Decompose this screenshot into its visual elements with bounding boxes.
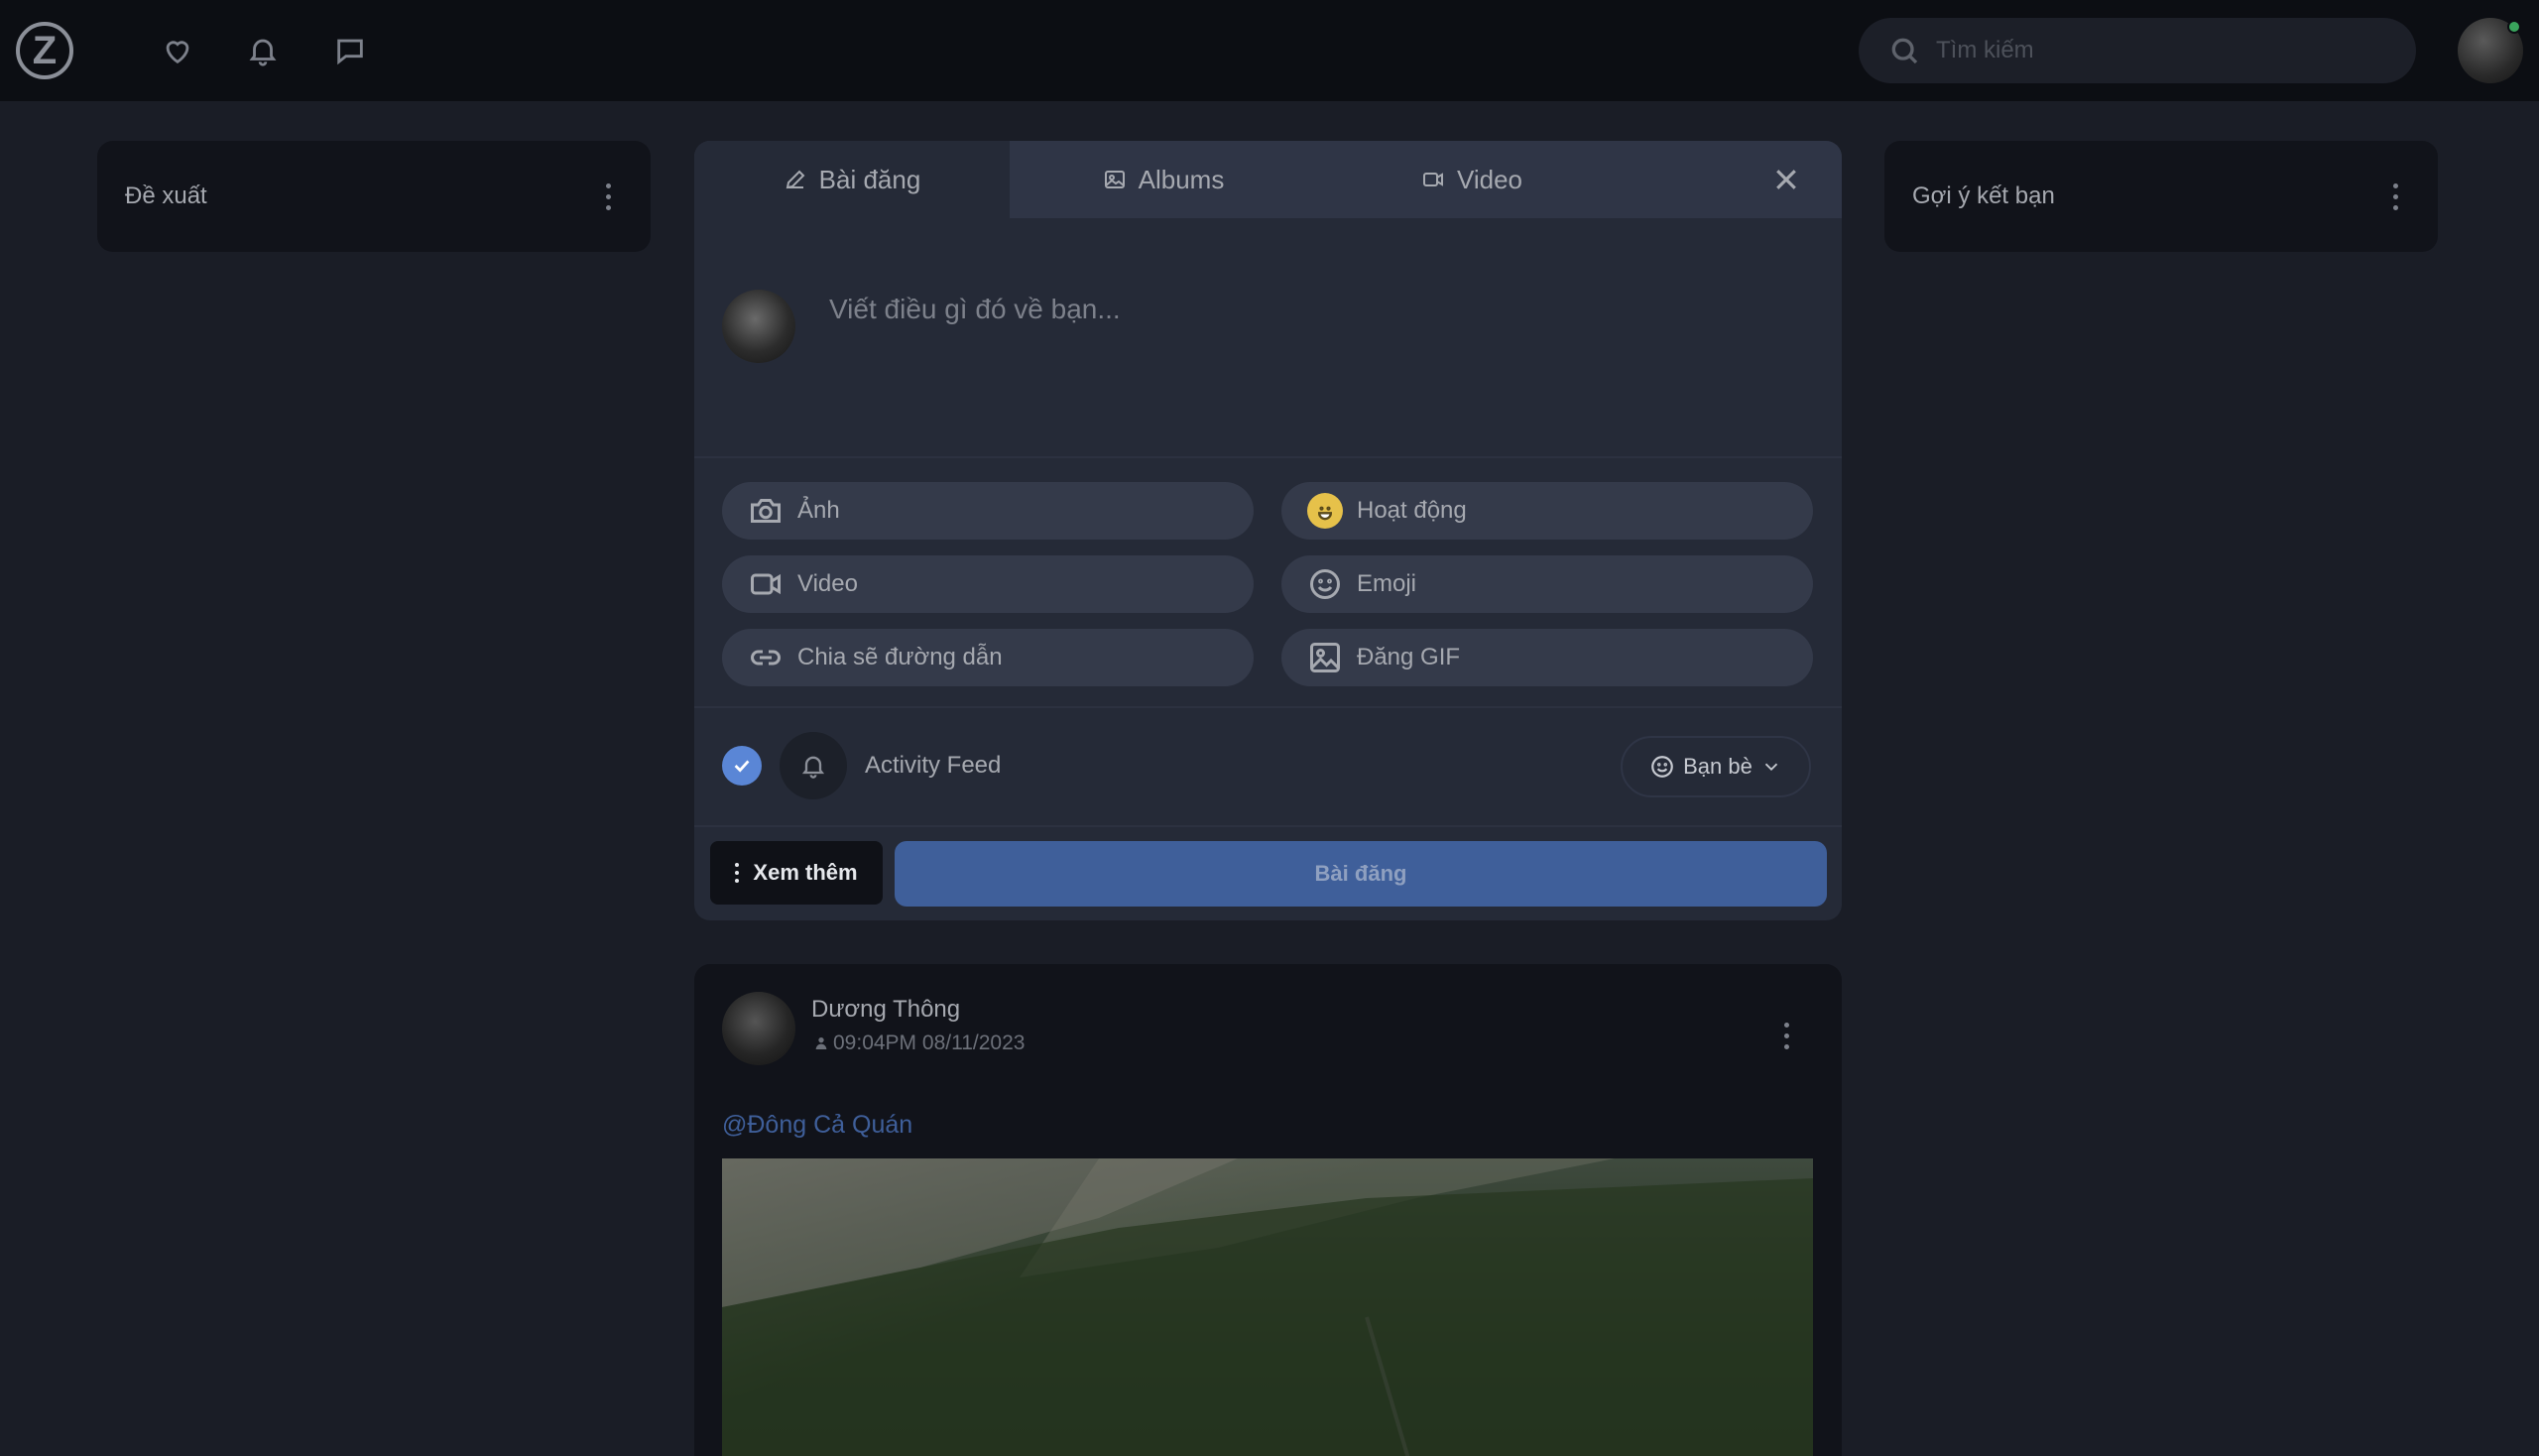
video-icon — [1422, 173, 1443, 186]
option-video[interactable]: Video — [722, 555, 1254, 613]
divider — [694, 706, 1842, 708]
search-bar[interactable] — [1859, 18, 2416, 83]
post-submit-button[interactable]: Bài đăng — [895, 841, 1827, 907]
feed-post: Dương Thông 09:04PM 08/11/2023 @Đông Cả … — [694, 964, 1842, 1456]
smile-icon — [1651, 756, 1673, 778]
option-gif[interactable]: Đăng GIF — [1281, 629, 1813, 686]
chevron-down-icon — [1764, 763, 1778, 772]
heart-icon[interactable] — [161, 34, 194, 67]
see-more-label: Xem thêm — [753, 860, 858, 885]
tab-post-label: Bài đăng — [818, 164, 921, 194]
privacy-dropdown[interactable]: Bạn bè — [1621, 736, 1811, 797]
person-icon — [815, 1037, 827, 1049]
logo-letter: Z — [32, 28, 58, 72]
post-timestamp: 09:04PM 08/11/2023 — [813, 1031, 1025, 1055]
kebab-menu-icon[interactable] — [2380, 177, 2410, 216]
tab-albums-label: Albums — [1138, 164, 1225, 194]
divider — [694, 825, 1842, 827]
gif-image-icon — [1310, 643, 1340, 672]
option-video-label: Video — [797, 570, 858, 597]
smiley-yellow-icon — [1307, 493, 1343, 529]
divider — [694, 456, 1842, 458]
option-photo[interactable]: Ảnh — [722, 482, 1254, 540]
friend-suggestions-title: Gợi ý kết bạn — [1912, 182, 2055, 209]
privacy-label: Bạn bè — [1683, 754, 1753, 779]
post-author-avatar[interactable] — [722, 992, 795, 1065]
close-icon[interactable] — [1771, 165, 1801, 194]
bell-icon[interactable] — [246, 34, 280, 67]
image-icon — [1104, 171, 1125, 188]
tab-video-label: Video — [1456, 164, 1523, 194]
smile-icon — [1310, 569, 1340, 599]
option-activity-label: Hoạt động — [1357, 497, 1467, 524]
activity-feed-checkbox[interactable] — [722, 746, 762, 786]
kebab-menu-icon[interactable] — [593, 177, 623, 216]
pencil-icon — [786, 170, 805, 189]
option-gif-label: Đăng GIF — [1357, 644, 1461, 670]
bell-icon — [780, 732, 847, 799]
link-icon — [751, 650, 781, 666]
checkmark-icon — [734, 760, 750, 773]
post-timestamp-text: 09:04PM 08/11/2023 — [833, 1031, 1026, 1054]
activity-feed-label: Activity Feed — [865, 752, 1002, 779]
tab-video[interactable]: Video — [1317, 141, 1627, 218]
composer-tabs: Bài đăng Albums Video — [694, 141, 1842, 218]
app-logo[interactable]: Z — [16, 22, 73, 79]
kebab-menu-icon[interactable] — [1771, 1016, 1801, 1055]
vertical-dots-icon — [735, 863, 740, 883]
friend-suggestions-card: Gợi ý kết bạn — [1884, 141, 2438, 252]
post-mention-link[interactable]: @Đông Cả Quán — [722, 1111, 912, 1140]
option-activity[interactable]: Hoạt động — [1281, 482, 1813, 540]
video-icon — [751, 573, 781, 595]
option-emoji-label: Emoji — [1357, 570, 1417, 597]
tab-post[interactable]: Bài đăng — [694, 141, 1010, 218]
camera-icon — [751, 499, 781, 523]
online-status-dot — [2507, 20, 2521, 34]
option-share-link-label: Chia sẽ đường dẫn — [797, 644, 1003, 670]
post-photo[interactable] — [722, 1158, 1813, 1456]
post-text-input[interactable] — [829, 294, 1801, 442]
see-more-button[interactable]: Xem thêm — [710, 841, 883, 905]
suggestions-title: Đề xuất — [125, 182, 207, 209]
option-emoji[interactable]: Emoji — [1281, 555, 1813, 613]
post-author-name[interactable]: Dương Thông — [811, 996, 960, 1024]
option-share-link[interactable]: Chia sẽ đường dẫn — [722, 629, 1254, 686]
top-nav-bar: Z — [0, 0, 2539, 101]
search-input[interactable] — [1936, 37, 2392, 64]
tab-albums[interactable]: Albums — [1010, 141, 1317, 218]
option-photo-label: Ảnh — [797, 497, 840, 524]
composer-avatar — [722, 290, 795, 363]
message-icon[interactable] — [333, 34, 367, 67]
search-icon — [1891, 38, 1918, 64]
post-composer: Bài đăng Albums Video Ảnh Hoạt động Vide… — [694, 141, 1842, 920]
suggestions-card: Đề xuất — [97, 141, 651, 252]
